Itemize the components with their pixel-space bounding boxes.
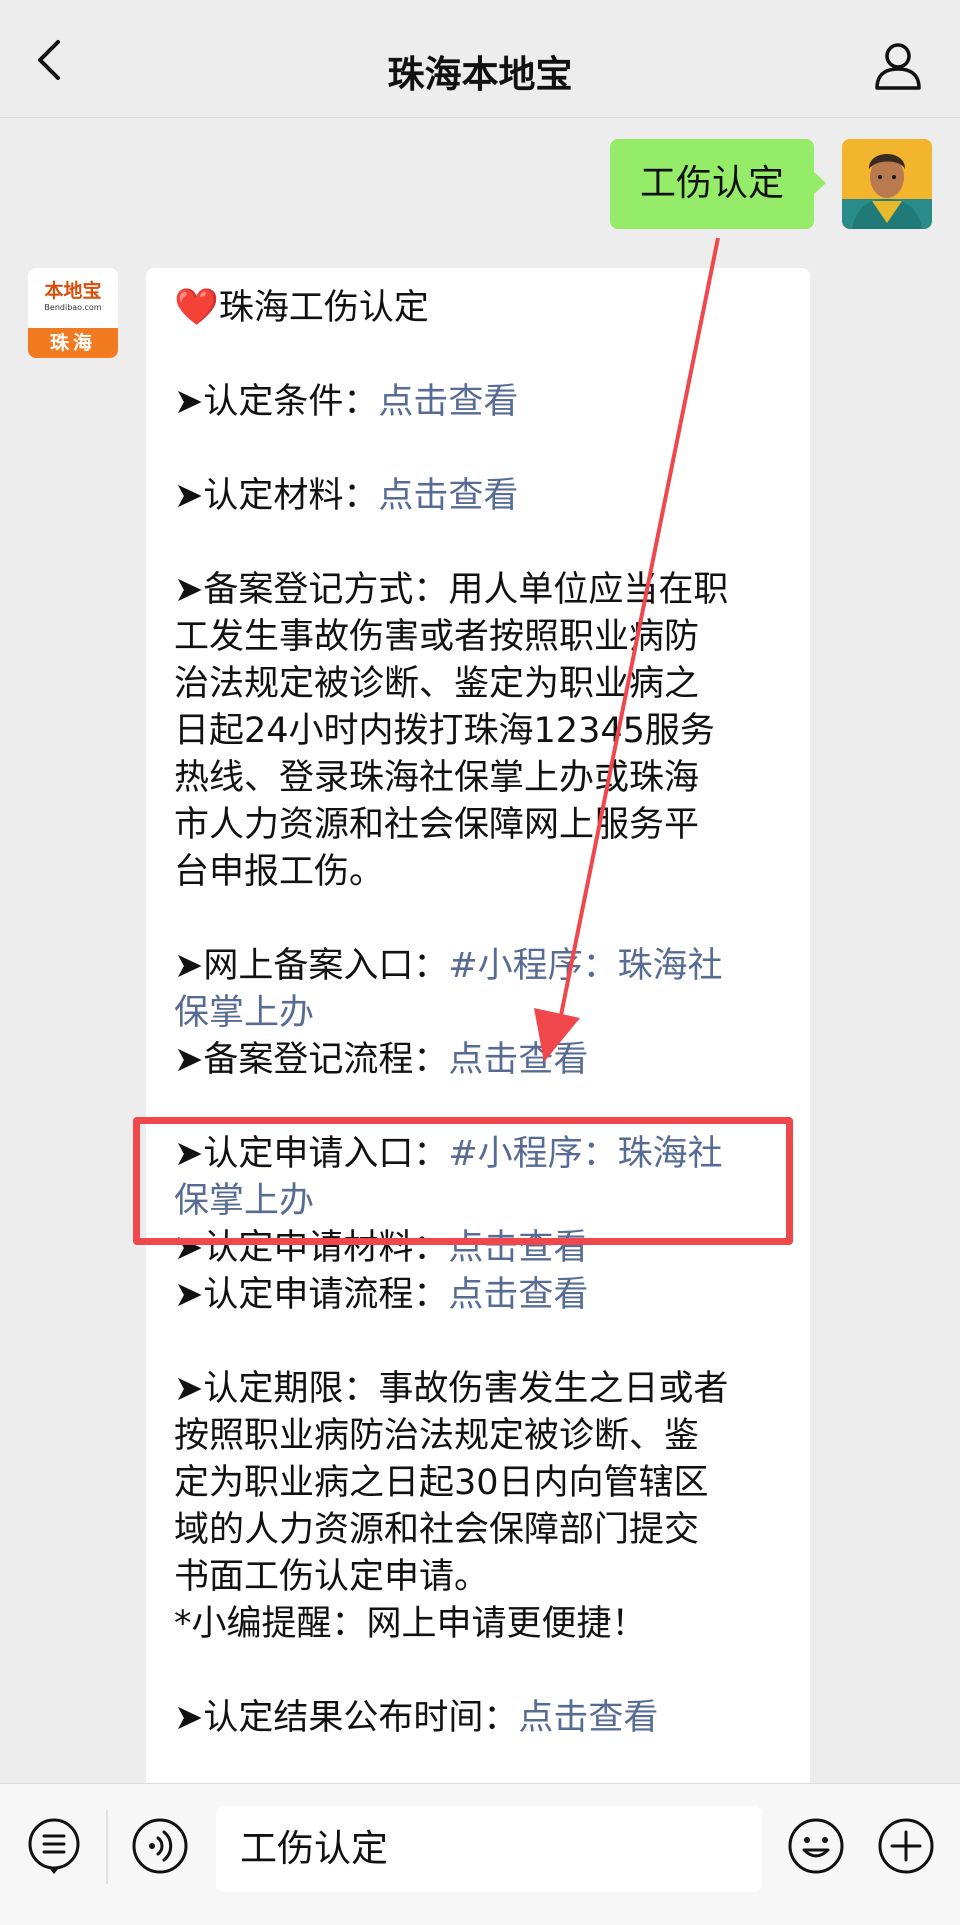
apply-materials-line: ➤认定申请材料：点击查看 — [174, 1225, 790, 1272]
deadline-line: 定为职业病之日起30日内向管辖区 — [174, 1463, 709, 1503]
divider — [106, 1810, 108, 1884]
menu-icon[interactable] — [24, 1816, 84, 1876]
registration-method-line: 市人力资源和社会保障网上服务平 — [174, 805, 700, 845]
apply-entry-label: ➤认定申请入口： — [174, 1134, 449, 1174]
materials-label: ➤认定材料： — [174, 476, 379, 516]
materials-link[interactable]: 点击查看 — [378, 476, 518, 516]
deadline-line: 域的人力资源和社会保障部门提交 — [174, 1510, 700, 1550]
sent-message-bubble[interactable]: 工伤认定 — [609, 139, 827, 229]
reminder-line: *小编提醒：网上申请更便捷！ — [174, 1604, 647, 1644]
online-entry-line: ➤网上备案入口：#小程序：珠海社 — [174, 943, 790, 990]
registration-method-line: 工发生事故伤害或者按照职业病防 — [174, 617, 700, 657]
voice-icon[interactable] — [130, 1816, 190, 1876]
registration-method-line: ➤备案登记方式：用人单位应当在职 — [174, 570, 729, 610]
conditions-label: ➤认定条件： — [174, 382, 379, 422]
online-entry-link[interactable]: #小程序：珠海社 — [448, 946, 722, 986]
apply-entry-line: ➤认定申请入口：#小程序：珠海社 — [174, 1131, 790, 1178]
apply-entry-link-cont[interactable]: 保掌上办 — [174, 1181, 314, 1221]
avatar-brand-logo: 本地宝 — [44, 280, 102, 302]
apply-entry-link[interactable]: #小程序：珠海社 — [448, 1134, 722, 1174]
materials-line: ➤认定材料：点击查看 — [174, 473, 790, 520]
apply-flow-line: ➤认定申请流程：点击查看 — [174, 1272, 790, 1319]
avatar-city-label: 珠海 — [28, 328, 118, 358]
chat-input-bar: 工伤认定 — [0, 1783, 960, 1925]
online-entry-link-cont[interactable]: 保掌上办 — [174, 993, 314, 1033]
message-title-line: ❤️珠海工伤认定 — [174, 284, 790, 332]
top-nav-bar: 珠海本地宝 — [0, 0, 960, 118]
conditions-line: ➤认定条件：点击查看 — [174, 379, 790, 426]
result-line: ➤认定结果公布时间：点击查看 — [174, 1695, 790, 1742]
registration-method-line: 治法规定被诊断、鉴定为职业病之 — [174, 664, 700, 704]
apply-materials-link[interactable]: 点击查看 — [448, 1228, 588, 1268]
deadline-line: ➤认定期限：事故伤害发生之日或者 — [174, 1369, 729, 1409]
avatar-logo-area: 本地宝 Bendibao.com — [28, 268, 118, 328]
registration-flow-line: ➤备案登记流程：点击查看 — [174, 1037, 790, 1084]
user-avatar-image — [842, 139, 932, 229]
user-avatar[interactable] — [842, 139, 932, 229]
official-account-avatar[interactable]: 本地宝 Bendibao.com 珠海 — [28, 268, 118, 358]
registration-flow-label: ➤备案登记流程： — [174, 1040, 449, 1080]
online-entry-label: ➤网上备案入口： — [174, 946, 449, 986]
registration-method-line: 日起24小时内拨打珠海12345服务 — [174, 711, 715, 751]
apply-flow-label: ➤认定申请流程： — [174, 1275, 449, 1315]
registration-method-line: 热线、登录珠海社保掌上办或珠海 — [174, 758, 700, 798]
message-content: ❤️珠海工伤认定 ➤认定条件：点击查看 ➤认定材料：点击查看 ➤备案登记方式：用… — [174, 284, 790, 1742]
registration-method-line: 台申报工伤。 — [174, 852, 385, 892]
avatar-domain: Bendibao.com — [44, 303, 102, 312]
chat-title: 珠海本地宝 — [387, 53, 573, 96]
apply-flow-link[interactable]: 点击查看 — [448, 1275, 588, 1315]
apply-entry-line-2: 保掌上办 — [174, 1178, 790, 1225]
deadline-line: 按照职业病防治法规定被诊断、鉴 — [174, 1416, 700, 1456]
result-link[interactable]: 点击查看 — [518, 1698, 658, 1738]
plus-icon[interactable] — [876, 1816, 936, 1876]
apply-materials-label: ➤认定申请材料： — [174, 1228, 449, 1268]
online-entry-line-2: 保掌上办 — [174, 990, 790, 1037]
message-title: 珠海工伤认定 — [218, 288, 429, 328]
emoji-icon[interactable] — [786, 1816, 846, 1876]
registration-flow-link[interactable]: 点击查看 — [448, 1040, 588, 1080]
message-input[interactable]: 工伤认定 — [216, 1806, 762, 1892]
heart-icon: ❤️ — [174, 287, 219, 328]
received-message-bubble: ❤️珠海工伤认定 ➤认定条件：点击查看 ➤认定材料：点击查看 ➤备案登记方式：用… — [146, 268, 810, 1788]
result-label: ➤认定结果公布时间： — [174, 1698, 519, 1738]
conditions-link[interactable]: 点击查看 — [378, 382, 518, 422]
deadline-line: 书面工伤认定申请。 — [174, 1557, 490, 1597]
profile-icon[interactable] — [872, 40, 924, 92]
